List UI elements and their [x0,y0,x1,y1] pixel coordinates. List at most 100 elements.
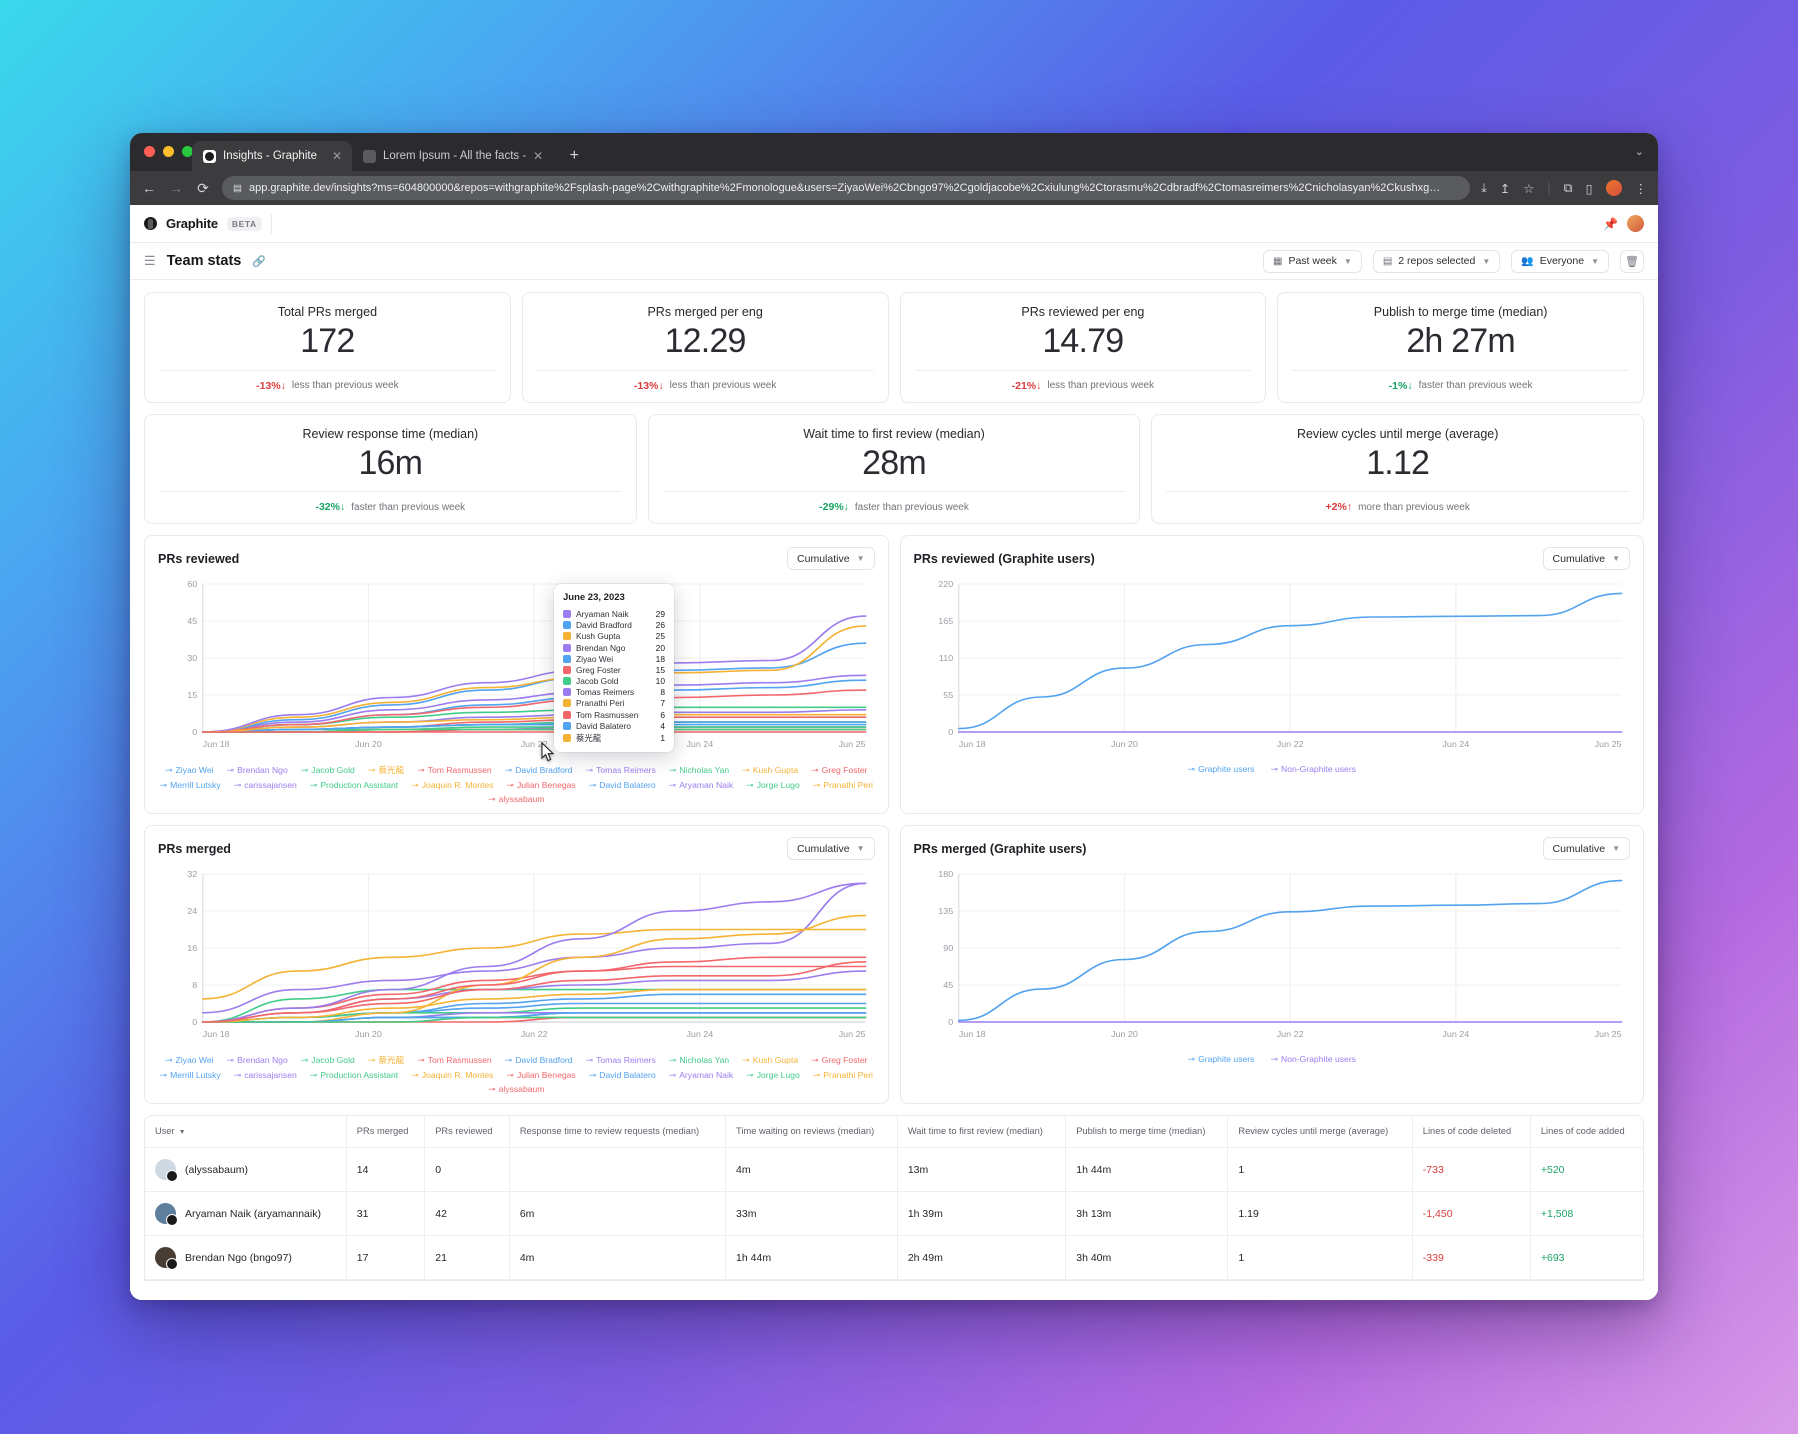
legend-label: Greg Foster [821,765,868,776]
chevron-down-icon[interactable]: ⌄ [1635,145,1644,158]
legend-item[interactable]: ⊸ Joaquin R. Montes [411,1070,493,1080]
legend-item[interactable]: ⊸ David Balatero [589,780,656,790]
chart-mode-select[interactable]: Cumulative ▼ [1542,547,1630,571]
legend-item[interactable]: ⊸ 蔡光龍 [368,764,404,776]
sidebar-toggle-icon[interactable]: ☰ [144,253,156,269]
legend-label: Greg Foster [821,1055,868,1066]
window-controls[interactable] [144,146,193,157]
legend-item[interactable]: ⊸ Brendan Ngo [227,764,288,776]
browser-tab-insights[interactable]: Insights - Graphite ✕ [192,141,352,171]
legend-item[interactable]: ⊸ Tomas Reimers [586,764,656,776]
legend-label: Tom Rasmussen [427,765,492,776]
chart-mode-select[interactable]: Cumulative ▼ [787,837,875,861]
filter-date-range[interactable]: ▦ Past week ▼ [1263,249,1362,273]
chart-row-1: PRs reviewed Cumulative ▼ 0 15 30 45 60 Jun 1… [144,535,1644,815]
legend-item[interactable]: ⊸ Production Assistant [310,1070,398,1080]
legend-item[interactable]: ⊸ Tomas Reimers [586,1054,656,1066]
legend-item[interactable]: ⊸ carissajansen [234,1070,297,1080]
legend-item[interactable]: ⊸ Aryaman Naik [669,1070,734,1080]
legend-item[interactable]: ⊸ Jorge Lugo [746,780,800,790]
user-avatar[interactable] [1627,215,1644,232]
legend-item[interactable]: ⊸ Joaquin R. Montes [411,780,493,790]
back-icon[interactable]: ← [141,180,157,196]
filter-people[interactable]: 👥 Everyone ▼ [1511,249,1609,273]
legend-item[interactable]: ⊸ Jorge Lugo [746,1070,800,1080]
share-icon[interactable]: ↥ [1500,181,1510,196]
legend-item[interactable]: ⊸ Greg Foster [811,764,867,776]
chart-mode-select[interactable]: Cumulative ▼ [787,547,875,571]
bookmark-star-icon[interactable]: ☆ [1523,181,1534,196]
legend-item[interactable]: ⊸ Greg Foster [811,1054,867,1066]
legend-label: David Balatero [599,1070,656,1081]
legend-item[interactable]: ⊸ Tom Rasmussen [417,1054,492,1066]
svg-text:165: 165 [938,617,953,626]
legend-item[interactable]: ⊸ David Bradford [505,764,573,776]
series-name: Pranathi Peri [576,698,625,709]
legend-item[interactable]: ⊸ Julian Benegas [506,780,575,790]
table-row[interactable]: Brendan Ngo (bngo97) 17 21 4m 1h 44m 2h 49m 3h… [145,1235,1643,1281]
legend-item[interactable]: ⊸ Production Assistant [310,780,398,790]
tooltip-row: Tom Rasmussen 6 [563,709,665,720]
svg-text:Jun 24: Jun 24 [1442,1030,1469,1039]
table-cell-wait-first-review: 2h 49m [897,1235,1067,1281]
graphite-app: Graphite BETA 📌 ☰ Team stats 🔗 ▦ Past we… [130,205,1658,1300]
legend-item[interactable]: ⊸ Ziyao Wei [165,1054,214,1066]
table-cell-loc-added: +520 [1530,1147,1643,1193]
chart-plot-area: 0 45 90 135 180 Jun 18 Jun 20 Jun 22 Jun 24 Jun 2… [914,864,1631,1049]
legend-item[interactable]: ⊸ David Balatero [589,1070,656,1080]
legend-item[interactable]: ⊸ Jacob Gold [301,1054,355,1066]
legend-item[interactable]: ⊸ Kush Gupta [742,764,798,776]
legend-item[interactable]: ⊸ Nicholas Yan [669,764,729,776]
legend-item[interactable]: ⊸ alyssabaum [488,794,544,804]
reload-icon[interactable]: ⟳ [195,180,211,197]
address-bar[interactable]: ▤ app.graphite.dev/insights?ms=604800000… [222,176,1471,200]
table-column-header: PRs merged [346,1116,426,1149]
legend-item[interactable]: ⊸ Aryaman Naik [669,780,734,790]
install-app-icon[interactable]: ⤓ [1481,181,1487,196]
minimize-window-button[interactable] [163,146,174,157]
pin-icon[interactable]: 📌 [1603,217,1618,231]
legend-item[interactable]: ⊸ Non-Graphite users [1270,1054,1356,1064]
close-window-button[interactable] [144,146,155,157]
legend-item[interactable]: ⊸ Kush Gupta [742,1054,798,1066]
svg-text:Jun 18: Jun 18 [958,1030,985,1039]
new-tab-button[interactable]: + [561,143,587,169]
delete-button[interactable]: 🗑 [1620,249,1644,273]
site-settings-icon[interactable]: ▤ [233,183,242,194]
browser-tab-lorem-ipsum[interactable]: Lorem Ipsum - All the facts - ✕ [352,141,553,171]
tooltip-row: Pranathi Peri 7 [563,698,665,709]
stat-delta-note: less than previous week [291,380,399,392]
legend-item[interactable]: ⊸ 蔡光龍 [368,1054,404,1066]
extensions-icon[interactable]: ⧉ [1564,181,1573,196]
legend-item[interactable]: ⊸ Pranathi Peri [813,1070,873,1080]
legend-item[interactable]: ⊸ Brendan Ngo [227,1054,288,1066]
legend-item[interactable]: ⊸ Merrill Lutsky [160,1070,221,1080]
profile-avatar[interactable] [1605,180,1622,196]
table-row[interactable]: (alyssabaum) 14 0 4m 13m 1h 44m 1 -733 +520 [145,1147,1643,1193]
legend-item[interactable]: ⊸ Jacob Gold [301,764,355,776]
close-icon[interactable]: ✕ [533,150,543,162]
legend-item[interactable]: ⊸ Graphite users [1188,764,1255,774]
legend-item[interactable]: ⊸ Julian Benegas [506,1070,575,1080]
legend-item[interactable]: ⊸ Pranathi Peri [813,780,873,790]
chart-title: PRs reviewed [158,551,240,566]
legend-item[interactable]: ⊸ alyssabaum [488,1084,544,1094]
chrome-menu-icon[interactable]: ⋮ [1635,181,1648,196]
close-icon[interactable]: ✕ [332,150,342,162]
legend-item[interactable]: ⊸ Ziyao Wei [165,764,214,776]
table-row[interactable]: Aryaman Naik (aryamannaik) 31 42 6m 33m 1h 39… [145,1191,1643,1237]
chart-mode-select[interactable]: Cumulative ▼ [1542,837,1630,861]
link-icon[interactable]: 🔗 [252,255,266,268]
legend-item[interactable]: ⊸ Graphite users [1188,1054,1255,1064]
forward-icon[interactable]: → [168,180,184,196]
dashboard-content: Total PRs merged 172 -13%↓ less than pre… [130,280,1658,1300]
legend-item[interactable]: ⊸ David Bradford [505,1054,573,1066]
legend-item[interactable]: ⊸ Tom Rasmussen [417,764,492,776]
sidepanel-icon[interactable]: ▯ [1586,181,1593,196]
filter-repos[interactable]: ▤ 2 repos selected ▼ [1372,249,1501,273]
legend-item[interactable]: ⊸ Merrill Lutsky [160,780,221,790]
legend-item[interactable]: ⊸ Nicholas Yan [669,1054,729,1066]
legend-item[interactable]: ⊸ Non-Graphite users [1270,764,1356,774]
table-column-header[interactable]: User ▼ [145,1116,347,1149]
legend-item[interactable]: ⊸ carissajansen [234,780,297,790]
